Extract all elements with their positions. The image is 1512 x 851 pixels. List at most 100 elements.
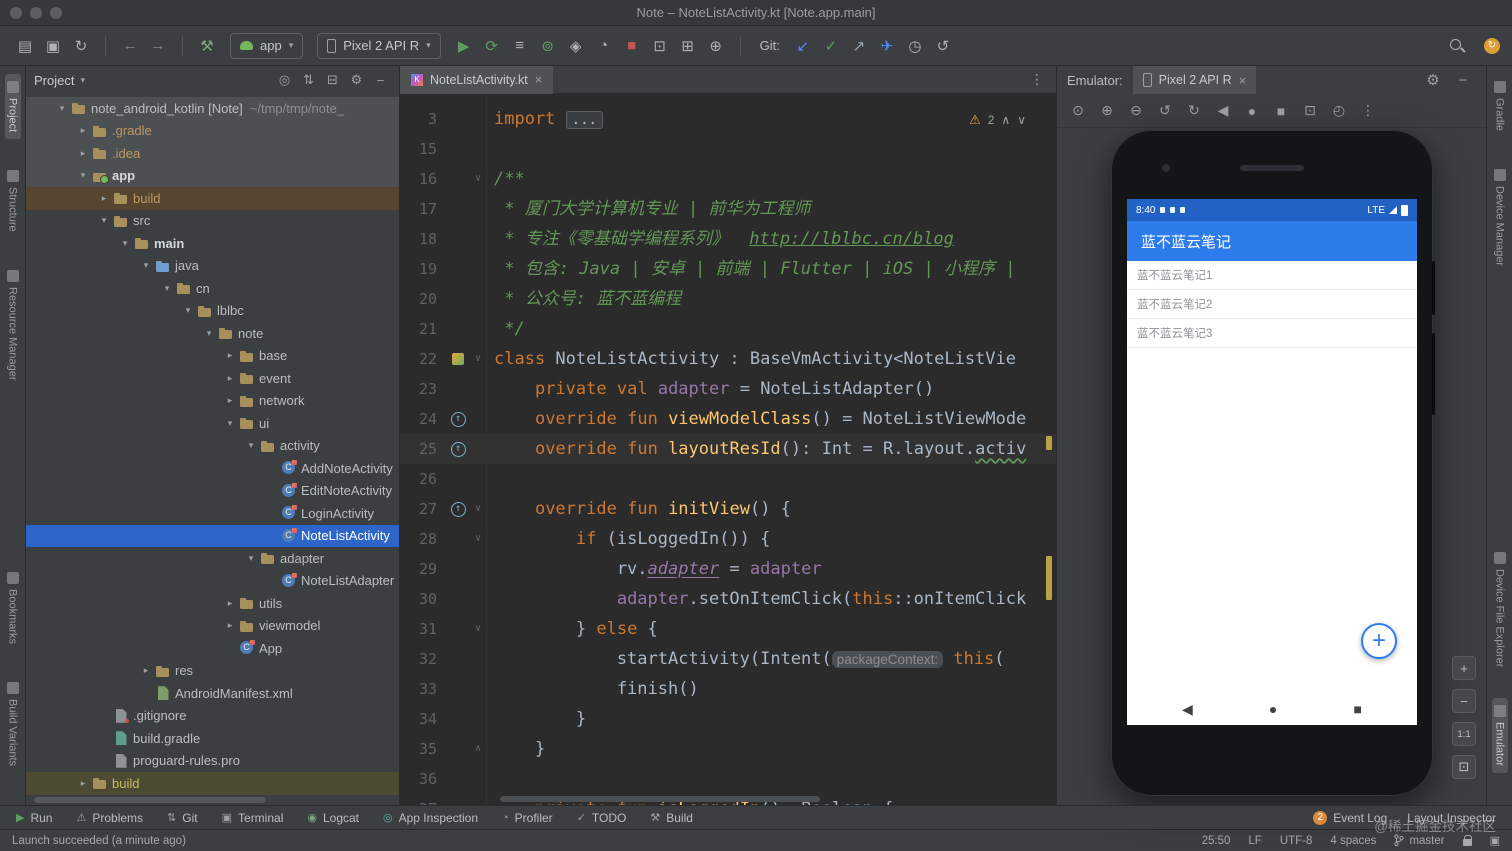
- zoom-actual-size-button[interactable]: 1:1: [1452, 722, 1476, 746]
- coverage-icon[interactable]: ◈: [563, 34, 589, 58]
- code-line[interactable]: 21 */: [400, 314, 1056, 344]
- tree-item-event[interactable]: ▸ event: [26, 367, 399, 390]
- next-problem-icon[interactable]: ∨: [1017, 105, 1026, 135]
- tree-item-adapter[interactable]: ▾ adapter: [26, 547, 399, 570]
- zoom-in-button[interactable]: +: [1452, 656, 1476, 680]
- window-controls[interactable]: [10, 7, 62, 19]
- more-icon[interactable]: ⋮: [1355, 99, 1381, 123]
- build-hammer-icon[interactable]: ⚒: [194, 34, 220, 58]
- note-list-item[interactable]: 蓝不蓝云笔记1: [1127, 261, 1417, 290]
- tool-window-button-build[interactable]: ⚒ Build: [650, 811, 693, 825]
- code-line[interactable]: 3 import ...: [400, 104, 1056, 134]
- expand-arrow-icon[interactable]: ▸: [222, 620, 238, 631]
- close-tab-icon[interactable]: ×: [1239, 73, 1247, 88]
- tree-item-ui[interactable]: ▾ ui: [26, 412, 399, 435]
- tool-window-button-terminal[interactable]: ▣ Terminal: [222, 811, 284, 825]
- tool-window-button-gradle[interactable]: Gradle: [1492, 74, 1508, 138]
- fold-marker-icon[interactable]: ∨: [470, 494, 486, 524]
- code-line[interactable]: 19 * 包含: Java | 安卓 | 前端 | Flutter | iOS …: [400, 254, 1056, 284]
- code-line[interactable]: 29 rv.adapter = adapter: [400, 554, 1056, 584]
- close-window-icon[interactable]: [10, 7, 22, 19]
- device-screenshot-icon[interactable]: ⊡: [647, 34, 673, 58]
- expand-arrow-icon[interactable]: ▸: [96, 193, 112, 204]
- tree-item-LoginActivity[interactable]: LoginActivity: [26, 502, 399, 525]
- select-opened-file-icon[interactable]: ◎: [274, 70, 295, 91]
- collapse-arrow-icon[interactable]: ▾: [243, 440, 259, 451]
- note-list-item[interactable]: 蓝不蓝云笔记2: [1127, 290, 1417, 319]
- expand-arrow-icon[interactable]: ▸: [222, 395, 238, 406]
- collapse-arrow-icon[interactable]: ▾: [180, 305, 196, 316]
- tool-window-button-project[interactable]: Project: [4, 74, 21, 140]
- tree-item-activity[interactable]: ▾ activity: [26, 435, 399, 458]
- tree-item-build[interactable]: ▸ build: [26, 772, 399, 795]
- profiler-icon[interactable]: ◔: [591, 34, 617, 58]
- history-icon[interactable]: ◷: [902, 34, 928, 58]
- code-line[interactable]: 32 startActivity(Intent(packageContext: …: [400, 644, 1056, 674]
- note-list-item[interactable]: 蓝不蓝云笔记3: [1127, 319, 1417, 348]
- project-panel-title[interactable]: Project: [34, 73, 74, 88]
- add-note-fab[interactable]: +: [1361, 623, 1397, 659]
- tree-item-NoteListAdapter[interactable]: NoteListAdapter: [26, 570, 399, 593]
- code-line[interactable]: 17 * 厦门大学计算机专业 | 前华为工程师: [400, 194, 1056, 224]
- volume-up-icon[interactable]: ⊕: [1094, 99, 1120, 123]
- expand-arrow-icon[interactable]: ▸: [75, 125, 91, 136]
- code-line[interactable]: 26: [400, 464, 1056, 494]
- tree-item-build[interactable]: ▸ build: [26, 187, 399, 210]
- code-line[interactable]: 15: [400, 134, 1056, 164]
- overview-nav-icon[interactable]: ■: [1268, 99, 1294, 123]
- fold-marker-icon[interactable]: ∨: [470, 614, 486, 644]
- git-update-icon[interactable]: ↙: [790, 34, 816, 58]
- tool-window-button-git[interactable]: ⇅ Git: [167, 811, 198, 825]
- more-tabs-icon[interactable]: ⋮: [1018, 71, 1056, 88]
- tool-window-button-todo[interactable]: ✓ TODO: [577, 811, 627, 825]
- code-line[interactable]: 16 ∨ /**: [400, 164, 1056, 194]
- update-indicator-icon[interactable]: ↻: [1484, 37, 1500, 54]
- tree-item-viewmodel[interactable]: ▸ viewmodel: [26, 615, 399, 638]
- snapshots-icon[interactable]: ◴: [1326, 99, 1352, 123]
- expand-arrow-icon[interactable]: ▸: [138, 665, 154, 676]
- git-commit-icon[interactable]: ✓: [818, 34, 844, 58]
- layout-inspector-button[interactable]: Layout Inspector: [1407, 811, 1496, 825]
- event-log-button[interactable]: 2 Event Log: [1313, 810, 1387, 825]
- tree-item-AndroidManifest.xml[interactable]: AndroidManifest.xml: [26, 682, 399, 705]
- change-mark[interactable]: [1046, 436, 1052, 450]
- rotate-right-icon[interactable]: ↻: [1181, 99, 1207, 123]
- collapse-arrow-icon[interactable]: ▾: [201, 328, 217, 339]
- tree-item-.gitignore[interactable]: .gitignore: [26, 705, 399, 728]
- override-gutter-icon[interactable]: ↑: [446, 404, 470, 434]
- git-branch-widget[interactable]: master: [1394, 834, 1445, 847]
- collapse-arrow-icon[interactable]: ▾: [54, 103, 70, 114]
- tree-item-res[interactable]: ▸ res: [26, 660, 399, 683]
- tree-item-cn[interactable]: ▾ cn: [26, 277, 399, 300]
- stop-icon[interactable]: ■: [619, 34, 645, 58]
- tool-window-button-app-inspection[interactable]: ◎ App Inspection: [383, 811, 478, 825]
- file-encoding[interactable]: UTF-8: [1280, 835, 1313, 847]
- debug-icon[interactable]: ⊚: [535, 34, 561, 58]
- tree-item-App[interactable]: App: [26, 637, 399, 660]
- tree-item-NoteListActivity[interactable]: NoteListActivity: [26, 524, 399, 547]
- hide-emulator-icon[interactable]: −: [1450, 68, 1476, 92]
- layout-inspector-icon[interactable]: ⊞: [675, 34, 701, 58]
- forward-icon[interactable]: →: [145, 34, 171, 58]
- collapse-arrow-icon[interactable]: ▾: [159, 283, 175, 294]
- tree-item-network[interactable]: ▸ network: [26, 390, 399, 413]
- tree-item-.gradle[interactable]: ▸ .gradle: [26, 119, 399, 142]
- maximize-window-icon[interactable]: [50, 7, 62, 19]
- tree-item-AddNoteActivity[interactable]: AddNoteActivity: [26, 457, 399, 480]
- indent-setting[interactable]: 4 spaces: [1330, 835, 1376, 847]
- search-everywhere-icon[interactable]: [1446, 35, 1468, 57]
- code-line[interactable]: 25 ↑ override fun layoutResId(): Int = R.…: [400, 434, 1056, 464]
- emulator-device-tab[interactable]: Pixel 2 API R ×: [1132, 66, 1257, 94]
- code-line[interactable]: 34 }: [400, 704, 1056, 734]
- fold-marker-icon[interactable]: ∨: [470, 344, 486, 374]
- tree-item-base[interactable]: ▸ base: [26, 345, 399, 368]
- code-area[interactable]: 3 import ... 15 16 ∨ /** 17 * 厦门大学计算机专业 | 前华为工…: [400, 94, 1056, 805]
- project-horizontal-scrollbar[interactable]: [34, 797, 266, 803]
- code-line[interactable]: 24 ↑ override fun viewModelClass() = Note…: [400, 404, 1056, 434]
- back-nav-icon[interactable]: ◀: [1210, 99, 1236, 123]
- code-line[interactable]: 18 * 专注《零基础学编程系列》 http://lblbc.cn/blog: [400, 224, 1056, 254]
- code-line[interactable]: 20 * 公众号: 蓝不蓝编程: [400, 284, 1056, 314]
- collapse-all-icon[interactable]: ⊟: [322, 70, 343, 91]
- back-icon[interactable]: ←: [117, 34, 143, 58]
- run-configuration-select[interactable]: app ▾: [230, 32, 304, 59]
